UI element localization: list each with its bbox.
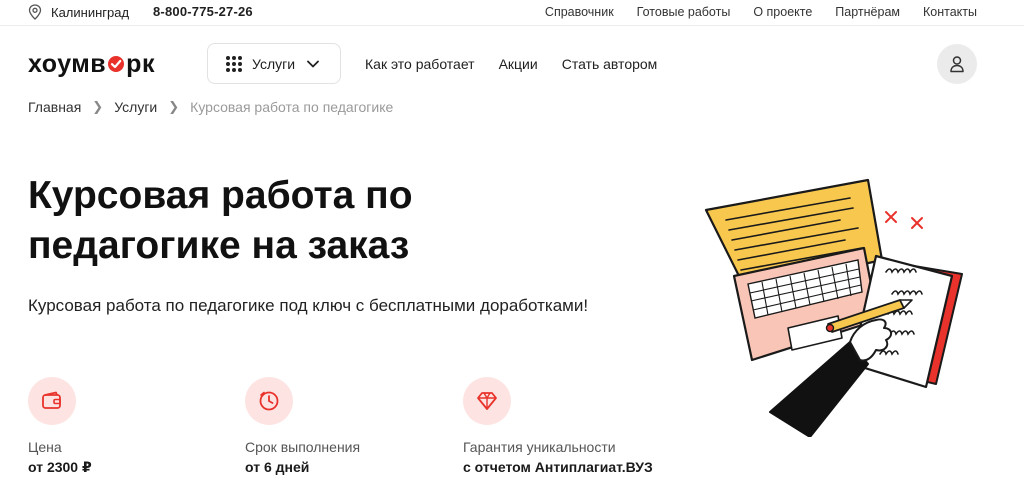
top-link-about[interactable]: О проекте [753,5,812,19]
top-link-handbook[interactable]: Справочник [545,5,614,19]
services-label: Услуги [252,55,296,72]
diamond-icon [463,377,511,425]
top-links: Справочник Готовые работы О проекте Парт… [545,5,977,19]
top-link-partners[interactable]: Партнёрам [835,5,900,19]
feature-deadline: Срок выполнения от 6 дней [245,377,360,475]
services-dropdown-button[interactable]: Услуги [207,43,341,84]
logo[interactable]: хоумв рк [28,51,155,77]
feature-price-value: от 2300 ₽ [28,459,92,475]
nav-become-author[interactable]: Стать автором [562,56,658,72]
clock-icon [245,377,293,425]
city-selector[interactable]: Калининград [28,4,129,20]
location-pin-icon [28,4,42,20]
feature-price: Цена от 2300 ₽ [28,377,92,475]
logo-text-left: хоумв [28,49,107,78]
user-icon [950,56,964,73]
phone-number[interactable]: 8-800-775-27-26 [153,4,253,19]
breadcrumb-services[interactable]: Услуги [114,99,157,115]
main-header: хоумв рк Услуги Как это работает Акции С… [0,27,1024,99]
feature-uniqueness-label: Гарантия уникальности [463,439,616,455]
laptop-writing-illustration [704,178,963,437]
feature-price-label: Цена [28,439,62,455]
feature-uniqueness-value: с отчетом Антиплагиат.ВУЗ [463,459,653,475]
grid-menu-icon [226,55,242,72]
page-title: Курсовая работа по педагогике на заказ [28,174,413,267]
feature-uniqueness: Гарантия уникальности с отчетом Антиплаг… [463,377,653,475]
logo-text-right: рк [126,49,155,78]
breadcrumb: Главная ❯ Услуги ❯ Курсовая работа по пе… [28,99,393,115]
chevron-right-icon: ❯ [92,99,104,114]
wallet-icon [28,377,76,425]
city-name: Калининград [51,4,130,20]
breadcrumb-home[interactable]: Главная [28,99,81,115]
logo-check-icon [108,56,125,72]
top-link-contacts[interactable]: Контакты [923,5,977,19]
main-nav: Как это работает Акции Стать автором [365,56,657,72]
feature-deadline-label: Срок выполнения [245,439,361,455]
user-account-button[interactable] [937,44,977,84]
nav-how-it-works[interactable]: Как это работает [365,56,475,72]
page-subtitle: Курсовая работа по педагогике под ключ с… [28,296,589,315]
nav-promotions[interactable]: Акции [499,56,538,72]
top-link-ready-works[interactable]: Готовые работы [637,5,731,19]
chevron-down-icon [307,60,319,67]
top-bar: Калининград 8-800-775-27-26 Справочник Г… [0,0,1024,26]
feature-deadline-value: от 6 дней [245,459,310,475]
breadcrumb-current: Курсовая работа по педагогике [190,99,394,115]
chevron-right-icon: ❯ [168,99,180,114]
